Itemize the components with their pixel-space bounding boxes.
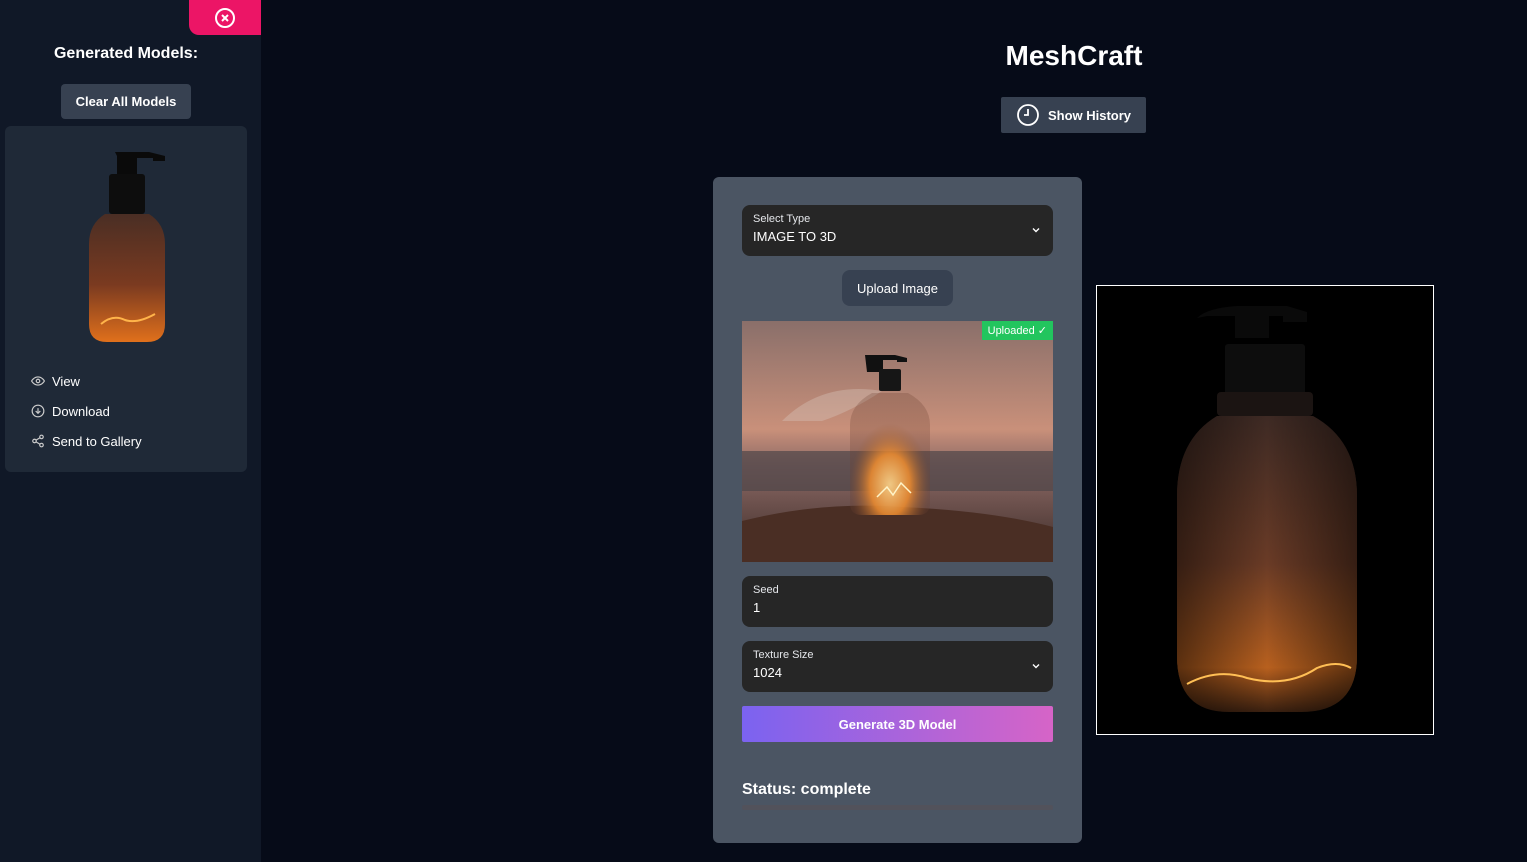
generate-3d-model-button[interactable]: Generate 3D Model bbox=[742, 706, 1053, 742]
app-title: MeshCraft bbox=[1005, 40, 1143, 71]
seed-value[interactable]: 1 bbox=[753, 600, 1042, 615]
chevron-down-icon bbox=[1032, 228, 1040, 233]
clock-icon bbox=[1017, 104, 1039, 126]
chevron-down-icon bbox=[1032, 664, 1040, 669]
sidebar-title: Generated Models: bbox=[53, 45, 199, 62]
send-to-gallery-action[interactable]: Send to Gallery bbox=[31, 426, 142, 456]
texture-size-label: Texture Size bbox=[753, 649, 814, 661]
uploaded-image bbox=[742, 321, 1053, 562]
view-label: View bbox=[52, 373, 80, 389]
uploaded-image-preview: Uploaded ✓ bbox=[742, 321, 1053, 562]
sidebar: Generated Models: Clear All Models View bbox=[0, 0, 261, 862]
progress-bar bbox=[742, 805, 1053, 810]
eye-icon bbox=[31, 376, 45, 386]
card-actions: View Download Send to Gallery bbox=[31, 366, 142, 456]
model-card: View Download Send to Gallery bbox=[5, 126, 247, 472]
download-label: Download bbox=[52, 403, 110, 419]
seed-field[interactable]: Seed 1 bbox=[742, 576, 1053, 627]
send-to-gallery-label: Send to Gallery bbox=[52, 433, 142, 449]
generation-form: Select Type IMAGE TO 3D Upload Image Upl… bbox=[713, 177, 1082, 843]
uploaded-badge: Uploaded ✓ bbox=[981, 321, 1053, 340]
show-history-button[interactable]: Show History bbox=[1001, 97, 1146, 133]
model-viewer[interactable] bbox=[1096, 285, 1434, 735]
download-circle-icon bbox=[31, 404, 45, 418]
close-sidebar-button[interactable] bbox=[189, 0, 261, 35]
status-text: Status: complete bbox=[742, 781, 871, 798]
download-action[interactable]: Download bbox=[31, 396, 142, 426]
texture-size-dropdown[interactable]: Texture Size 1024 bbox=[742, 641, 1053, 692]
select-type-label: Select Type bbox=[753, 213, 811, 225]
view-action[interactable]: View bbox=[31, 366, 142, 396]
upload-image-button[interactable]: Upload Image bbox=[842, 270, 953, 306]
share-icon bbox=[32, 434, 44, 448]
seed-label: Seed bbox=[753, 584, 779, 596]
texture-size-value: 1024 bbox=[753, 665, 782, 680]
progress-fill bbox=[742, 805, 1053, 810]
model-render bbox=[1177, 306, 1357, 712]
show-history-label: Show History bbox=[1047, 107, 1132, 123]
model-thumbnail[interactable] bbox=[75, 144, 185, 344]
close-circle-icon bbox=[215, 7, 235, 28]
clear-all-models-button[interactable]: Clear All Models bbox=[61, 84, 191, 119]
select-type-dropdown[interactable]: Select Type IMAGE TO 3D bbox=[742, 205, 1053, 256]
select-type-value: IMAGE TO 3D bbox=[753, 229, 837, 244]
